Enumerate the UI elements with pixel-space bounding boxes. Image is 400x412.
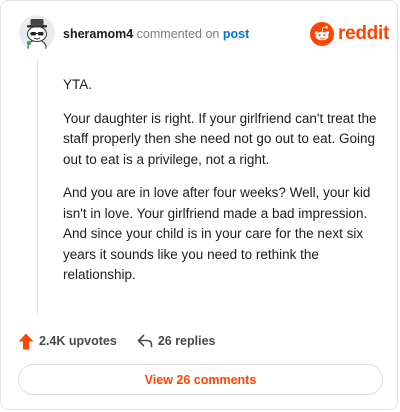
comment-paragraph: And you are in love after four weeks? We… [63, 185, 371, 282]
replies-count: 26 replies [157, 334, 216, 348]
reddit-wordmark: reddit [338, 23, 389, 44]
thread-line[interactable] [37, 59, 38, 314]
comment-paragraph: YTA. [63, 77, 93, 92]
avatar[interactable] [19, 15, 55, 51]
comment-header: sheramom4 commented on post [63, 26, 249, 42]
comment-card: sheramom4 commented on post reddit YTA. … [0, 0, 398, 410]
view-comments-button[interactable]: View 26 comments [18, 364, 383, 395]
post-link[interactable]: post [223, 27, 249, 41]
upvote-count: 2.4K upvotes [39, 334, 117, 348]
comment-meta: 2.4K upvotes 26 replies [18, 332, 216, 350]
reply-arrow-icon [137, 334, 153, 348]
reddit-logo[interactable]: reddit [310, 21, 389, 47]
upvote-arrow-icon [18, 333, 34, 349]
snoo-avatar-icon [19, 15, 55, 51]
reddit-snoo-icon [310, 22, 334, 46]
username[interactable]: sheramom4 [63, 27, 133, 41]
action-text: commented on [136, 27, 220, 41]
upvote-button[interactable]: 2.4K upvotes [18, 333, 117, 350]
replies-button[interactable]: 26 replies [137, 334, 216, 348]
comment-paragraph: Your daughter is right. If your girlfrie… [63, 110, 377, 167]
comment-body: YTA. Your daughter is right. If your gir… [63, 75, 379, 299]
